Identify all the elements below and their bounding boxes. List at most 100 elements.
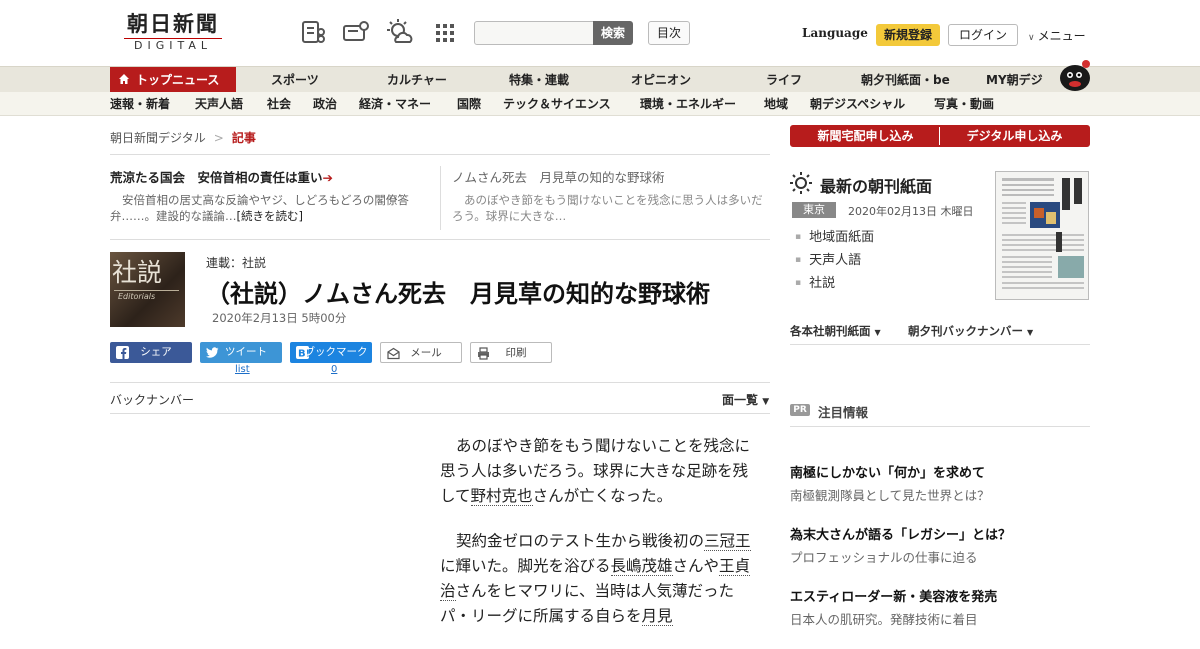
pr-item[interactable]: エスティローダー新・美容液を発売 日本人の肌研究。発酵技術に着目 bbox=[790, 589, 1090, 629]
subnav-region[interactable]: 地域 bbox=[764, 92, 788, 116]
breadcrumb-home[interactable]: 朝日新聞デジタル bbox=[110, 131, 206, 145]
divider bbox=[110, 382, 770, 383]
site-header: 朝日新聞 DIGITAL 検索 目次 Language 新規登録 ログイン ∨ メ… bbox=[0, 0, 1200, 66]
search-button[interactable]: 検索 bbox=[593, 21, 633, 45]
paper-link-editorial[interactable]: 社説 bbox=[795, 272, 874, 295]
login-button[interactable]: ログイン bbox=[948, 24, 1018, 46]
language-link[interactable]: Language bbox=[802, 26, 868, 40]
mail-label: メール bbox=[410, 347, 442, 359]
person-link[interactable]: 長嶋茂雄 bbox=[610, 557, 673, 576]
nav-culture[interactable]: カルチャー bbox=[387, 67, 447, 93]
subnav-politics[interactable]: 政治 bbox=[313, 92, 337, 116]
nav-sports[interactable]: スポーツ bbox=[271, 67, 319, 93]
twitter-share-button[interactable]: ツイート bbox=[200, 342, 282, 363]
pr-item-subtitle: 南極観測隊員として見た世界とは？ bbox=[790, 488, 990, 503]
arrow-right-icon: ➔ bbox=[322, 170, 333, 185]
featured-title[interactable]: ノムさん死去 月見草の知的な野球術 bbox=[452, 170, 772, 186]
backnumber-dropdown[interactable]: 朝夕刊バックナンバー ▼ bbox=[908, 323, 1033, 339]
ticket-icon[interactable] bbox=[342, 18, 370, 46]
divider bbox=[790, 426, 1090, 427]
nav-life[interactable]: ライフ bbox=[766, 67, 802, 93]
divider bbox=[440, 166, 441, 230]
subnav-photo-video[interactable]: 写真・動画 bbox=[934, 92, 994, 116]
breadcrumb-separator: > bbox=[213, 131, 224, 145]
pr-item-title[interactable]: エスティローダー新・美容液を発売 bbox=[790, 589, 1090, 607]
featured-title[interactable]: 荒涼たる国会 安倍首相の責任は重い➔ bbox=[110, 170, 430, 186]
thumb-english: Editorials bbox=[118, 292, 156, 301]
featured-article-1[interactable]: 荒涼たる国会 安倍首相の責任は重い➔ 安倍首相の居丈高な反論やヤジ、しどろもどろ… bbox=[110, 170, 430, 224]
featured-article-2[interactable]: ノムさん死去 月見草の知的な野球術 あのぼやき節をもう聞けないことを残念に思う人… bbox=[452, 170, 772, 224]
weather-icon[interactable] bbox=[386, 18, 414, 46]
latest-paper-title[interactable]: 最新の朝刊紙面 bbox=[820, 173, 932, 197]
hatena-count[interactable]: 0 bbox=[331, 364, 337, 375]
pr-item[interactable]: 南極にしかない「何か」を求めて 南極観測隊員として見た世界とは？ bbox=[790, 465, 1090, 505]
divider bbox=[790, 344, 1090, 345]
facebook-share-button[interactable]: シェア bbox=[110, 342, 192, 363]
subscription-buttons: 新聞宅配申し込み デジタル申し込み bbox=[790, 125, 1090, 147]
subnav-international[interactable]: 国際 bbox=[457, 92, 481, 116]
mascot-icon[interactable] bbox=[1054, 58, 1092, 92]
paper-link-tensei-jingo[interactable]: 天声人語 bbox=[795, 249, 874, 272]
page-list-dropdown[interactable]: 面一覧 ▼ bbox=[722, 391, 769, 408]
subnav-special[interactable]: 朝デジスペシャル bbox=[810, 92, 905, 116]
back-number-link[interactable]: バックナンバー bbox=[110, 391, 194, 408]
newspaper-icon[interactable] bbox=[300, 18, 328, 46]
page-list-label: 面一覧 bbox=[722, 393, 759, 407]
print-button[interactable]: 印刷 bbox=[470, 342, 552, 363]
nav-opinion[interactable]: オピニオン bbox=[631, 67, 691, 93]
nav-features[interactable]: 特集・連載 bbox=[509, 67, 569, 93]
featured-summary: 安倍首相の居丈高な反論やヤジ、しどろもどろの閣僚答弁……。建設的な議論…[続きを… bbox=[110, 193, 409, 223]
mail-button[interactable]: メール bbox=[380, 342, 462, 363]
editorial-thumbnail: 社説 Editorials bbox=[110, 252, 185, 327]
subnav-latest[interactable]: 速報・新着 bbox=[110, 92, 170, 116]
article-date: 2020年2月13日 5時00分 bbox=[212, 311, 347, 325]
caret-down-icon: ▼ bbox=[762, 397, 770, 407]
search-input[interactable] bbox=[474, 21, 594, 45]
share-label: シェア bbox=[140, 346, 172, 358]
pr-item-subtitle: プロフェッショナルの仕事に迫る bbox=[790, 550, 978, 565]
dropdown-label: 各本社朝刊紙面 bbox=[790, 324, 871, 338]
pr-section-title: 注目情報 bbox=[818, 405, 869, 420]
series-label[interactable]: 連載：社説 bbox=[206, 254, 266, 271]
nav-top-news[interactable]: トップニュース bbox=[110, 67, 236, 93]
pr-item[interactable]: 為末大さんが語る「レガシー」とは？ プロフェッショナルの仕事に迫る bbox=[790, 527, 1090, 567]
subnav-tech-science[interactable]: テック＆サイエンス bbox=[503, 92, 611, 116]
paper-date: 2020年02月13日 木曜日 bbox=[848, 205, 974, 218]
subnav-society[interactable]: 社会 bbox=[267, 92, 291, 116]
home-icon bbox=[119, 74, 129, 84]
newspaper-subscribe-button[interactable]: 新聞宅配申し込み bbox=[792, 127, 940, 145]
subnav-environment[interactable]: 環境・エネルギー bbox=[640, 92, 736, 116]
paragraph: 契約金ゼロのテスト生から戦後初の三冠王に輝いた。脚光を浴びる長嶋茂雄さんや王貞治… bbox=[440, 532, 751, 626]
grid-apps-icon[interactable] bbox=[432, 18, 460, 46]
toc-button[interactable]: 目次 bbox=[648, 21, 690, 45]
person-link[interactable]: 野村克也 bbox=[470, 487, 533, 506]
nav-my-asadigi[interactable]: MY朝デジ bbox=[986, 67, 1043, 93]
term-link[interactable]: 三冠王 bbox=[704, 532, 751, 551]
term-link[interactable]: 月見 bbox=[641, 607, 673, 626]
divider bbox=[110, 154, 770, 155]
register-button[interactable]: 新規登録 bbox=[876, 24, 940, 46]
asahi-logo[interactable]: 朝日新聞 DIGITAL bbox=[118, 12, 228, 54]
paper-link-regional[interactable]: 地域面紙面 bbox=[795, 226, 874, 249]
thumb-rule bbox=[114, 290, 179, 291]
subnav-tensei-jingo[interactable]: 天声人語 bbox=[195, 92, 243, 116]
pr-badge: PR bbox=[790, 404, 810, 416]
article-title: （社説）ノムさん死去 月見草の知的な野球術 bbox=[206, 280, 710, 308]
newspaper-front-page-image[interactable] bbox=[995, 171, 1089, 300]
featured-summary: あのぼやき節をもう聞けないことを残念に思う人は多いだろう。球界に大きな… bbox=[452, 193, 763, 223]
digital-subscribe-button[interactable]: デジタル申し込み bbox=[941, 127, 1088, 145]
subnav-economy[interactable]: 経済・マネー bbox=[359, 92, 431, 116]
twitter-count[interactable]: list bbox=[235, 364, 250, 375]
paragraph: あのぼやき節をもう聞けないことを残念に思う人は多いだろう。球界に大きな足跡を残し… bbox=[440, 437, 751, 506]
pr-item-title[interactable]: 為末大さんが語る「レガシー」とは？ bbox=[790, 527, 1090, 545]
menu-button[interactable]: ∨ メニュー bbox=[1028, 27, 1086, 44]
divider bbox=[110, 413, 770, 414]
hatena-bookmark-button[interactable]: B! ブックマーク bbox=[290, 342, 372, 363]
nav-print-edition[interactable]: 朝夕刊紙面・be bbox=[861, 67, 950, 93]
pr-item-title[interactable]: 南極にしかない「何か」を求めて bbox=[790, 465, 1090, 483]
region-badge: 東京 bbox=[792, 202, 836, 218]
regional-paper-dropdown[interactable]: 各本社朝刊紙面 ▼ bbox=[790, 323, 881, 339]
read-more-link[interactable]: [続きを読む] bbox=[237, 209, 303, 223]
breadcrumb: 朝日新聞デジタル > 記事 bbox=[110, 129, 256, 146]
thumb-kanji: 社説 bbox=[112, 258, 163, 287]
